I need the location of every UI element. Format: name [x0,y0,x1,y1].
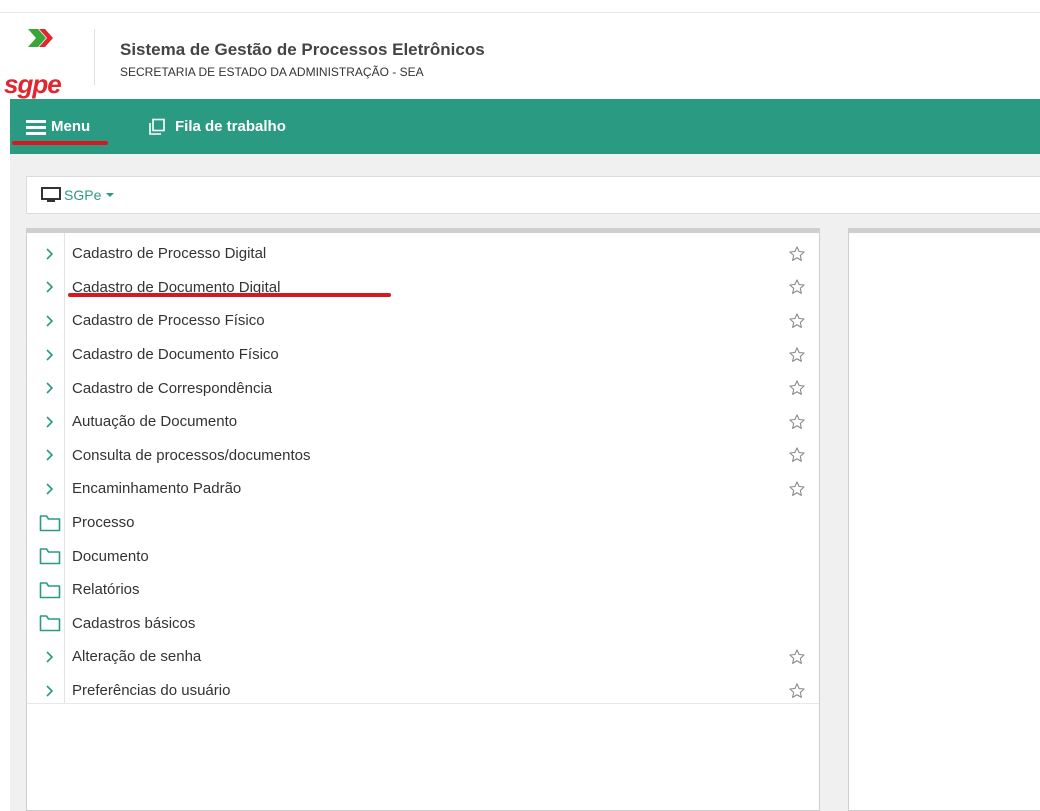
copy-icon [149,118,165,135]
fila-de-trabalho-label: Fila de trabalho [175,118,286,135]
chevron-right-icon [38,472,62,506]
menu-item-label: Encaminhamento Padrão [72,480,242,498]
menu-item-label: Cadastros básicos [72,614,196,632]
header-divider [94,29,95,85]
favorite-star-icon[interactable] [785,304,809,338]
menu-item[interactable]: Encaminhamento Padrão [27,472,819,506]
monitor-icon [41,187,61,202]
menu-item[interactable]: Consulta de processos/documentos [27,439,819,473]
menu-folder-item[interactable]: Processo [27,506,819,540]
menu-item-label: Documento [72,547,149,565]
menu-list: Cadastro de Processo Digital Cadastro de … [27,233,819,707]
chevron-right-icon [38,405,62,439]
menu-button[interactable]: Menu [26,99,90,154]
sgpe-logo[interactable]: sgpe [0,27,80,99]
menu-item-label: Autuação de Documento [72,413,238,431]
folder-icon [38,573,62,607]
menu-item-label: Preferências do usuário [72,682,231,700]
logo-text: sgpe [4,69,62,99]
favorite-star-icon[interactable] [785,439,809,473]
folder-icon [38,607,62,641]
main-navbar: Menu Fila de trabalho [10,99,1040,154]
breadcrumb: SGPe [26,176,1040,214]
page-subtitle: SECRETARIA DE ESTADO DA ADMINISTRAÇÃO - … [120,65,424,79]
favorite-star-icon[interactable] [785,338,809,372]
chevron-right-icon [38,304,62,338]
app-header: sgpe Sistema de Gestão de Processos Elet… [0,12,1040,99]
favorite-star-icon[interactable] [785,472,809,506]
page-title: Sistema de Gestão de Processos Eletrônic… [120,40,485,59]
chevron-right-icon [38,338,62,372]
chevron-right-icon [38,674,62,708]
favorite-star-icon[interactable] [785,271,809,305]
chevron-right-icon [38,640,62,674]
favorite-star-icon[interactable] [785,237,809,271]
menu-item-label: Cadastro de Documento Físico [72,346,279,364]
folder-icon [38,506,62,540]
menu-folder-item[interactable]: Relatórios [27,573,819,607]
content-panel [848,228,1040,811]
page: sgpe Sistema de Gestão de Processos Elet… [0,0,1040,811]
chevron-right-icon [38,371,62,405]
hamburger-icon [26,119,46,135]
menu-item-label: Cadastro de Processo Físico [72,312,265,330]
chevron-right-icon [38,271,62,305]
menu-item-label: Cadastro de Processo Digital [72,245,267,263]
chevron-right-icon [38,439,62,473]
favorite-star-icon[interactable] [785,371,809,405]
menu-button-label: Menu [51,118,91,135]
chevron-right-icon [38,237,62,271]
menu-item[interactable]: Alteração de senha [27,640,819,674]
favorite-star-icon[interactable] [785,405,809,439]
caret-down-icon [106,193,115,197]
menu-panel: Cadastro de Processo Digital Cadastro de … [26,228,820,811]
menu-item[interactable]: Preferências do usuário [27,674,819,708]
menu-item[interactable]: Cadastro de Correspondência [27,371,819,405]
sgpe-dropdown-label: SGPe [64,187,102,203]
annotation-underline-documento-digital [68,293,391,297]
menu-item[interactable]: Cadastro de Documento Digital [27,271,819,305]
favorite-star-icon[interactable] [785,640,809,674]
menu-item[interactable]: Cadastro de Documento Físico [27,338,819,372]
menu-item[interactable]: Cadastro de Processo Físico [27,304,819,338]
menu-item-label: Cadastro de Correspondência [72,379,273,397]
fila-de-trabalho-button[interactable]: Fila de trabalho [148,99,286,154]
menu-item-label: Consulta de processos/documentos [72,446,311,464]
menu-item[interactable]: Cadastro de Processo Digital [27,237,819,271]
menu-folder-item[interactable]: Documento [27,539,819,573]
menu-folder-item[interactable]: Cadastros básicos [27,607,819,641]
sgpe-dropdown[interactable]: SGPe [41,187,115,203]
menu-item-label: Alteração de senha [72,648,202,666]
logo-chevron-icon [28,29,53,47]
favorite-star-icon[interactable] [785,674,809,708]
menu-item-label: Relatórios [72,581,140,599]
folder-icon [38,539,62,573]
annotation-underline-menu [12,141,108,145]
menu-item[interactable]: Autuação de Documento [27,405,819,439]
menu-item-label: Processo [72,514,135,532]
